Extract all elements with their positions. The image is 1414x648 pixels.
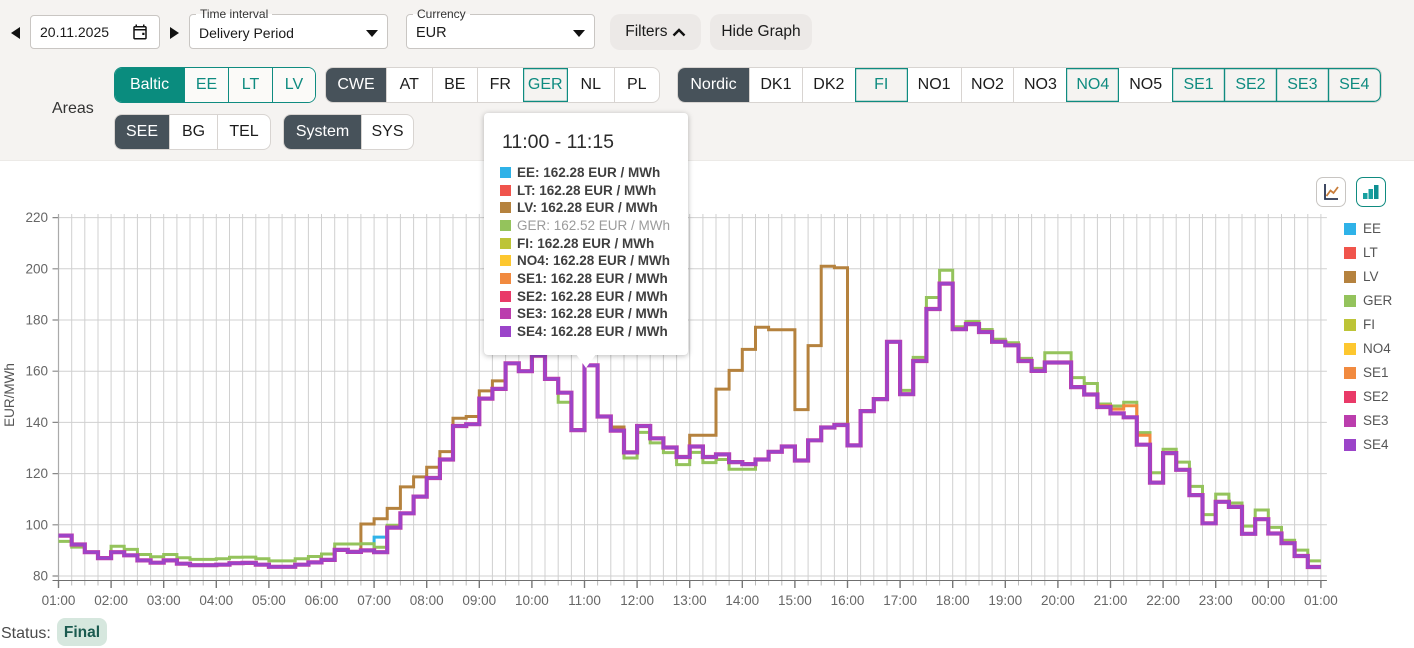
svg-text:05:00: 05:00	[252, 593, 286, 608]
svg-text:80: 80	[33, 569, 48, 584]
svg-text:100: 100	[25, 517, 48, 532]
svg-text:01:00: 01:00	[1304, 593, 1338, 608]
svg-text:08:00: 08:00	[410, 593, 444, 608]
svg-text:19:00: 19:00	[988, 593, 1022, 608]
svg-text:09:00: 09:00	[462, 593, 496, 608]
svg-text:11:00: 11:00	[568, 593, 601, 608]
svg-text:200: 200	[25, 261, 48, 276]
svg-text:06:00: 06:00	[305, 593, 339, 608]
svg-text:13:00: 13:00	[673, 593, 707, 608]
svg-text:120: 120	[25, 466, 48, 481]
svg-text:20:00: 20:00	[1041, 593, 1075, 608]
svg-text:17:00: 17:00	[883, 593, 917, 608]
svg-text:180: 180	[25, 313, 48, 328]
svg-text:23:00: 23:00	[1199, 593, 1233, 608]
svg-text:14:00: 14:00	[725, 593, 759, 608]
svg-text:140: 140	[25, 415, 48, 430]
svg-text:220: 220	[25, 210, 48, 225]
svg-text:10:00: 10:00	[515, 593, 549, 608]
svg-text:16:00: 16:00	[831, 593, 865, 608]
svg-text:EUR/MWh: EUR/MWh	[2, 363, 17, 427]
svg-text:21:00: 21:00	[1094, 593, 1128, 608]
svg-text:12:00: 12:00	[620, 593, 654, 608]
svg-text:18:00: 18:00	[936, 593, 970, 608]
svg-text:00:00: 00:00	[1251, 593, 1285, 608]
svg-text:160: 160	[25, 364, 48, 379]
svg-text:01:00: 01:00	[42, 593, 76, 608]
svg-text:22:00: 22:00	[1146, 593, 1180, 608]
svg-text:15:00: 15:00	[778, 593, 812, 608]
svg-text:02:00: 02:00	[94, 593, 128, 608]
svg-text:04:00: 04:00	[199, 593, 233, 608]
svg-text:03:00: 03:00	[147, 593, 181, 608]
svg-text:07:00: 07:00	[357, 593, 391, 608]
